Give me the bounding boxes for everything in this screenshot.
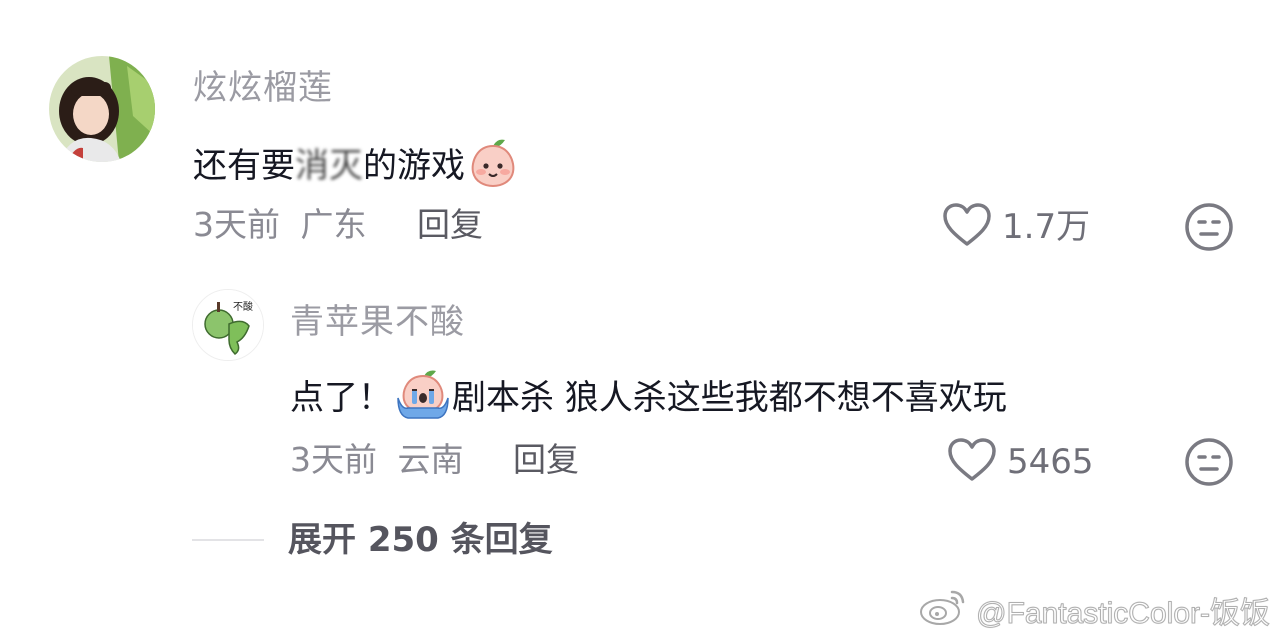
reply-button[interactable]: 回复 [417, 205, 483, 245]
comment-text-part: 剧本杀 狼人杀这些我都不想不喜欢玩 [452, 378, 1007, 418]
comment-content: 还有要消灭的游戏 [193, 136, 519, 199]
peach-smile-emoji-icon [467, 136, 519, 199]
comment-time: 3天前 [193, 205, 280, 244]
peach-crying-emoji-icon [394, 368, 452, 431]
comment-username[interactable]: 青苹果不酸 [290, 302, 465, 342]
like-button[interactable]: 1.7万 [942, 202, 1090, 252]
watermark: @FantasticColor-饭饭 [918, 586, 1270, 634]
comment-meta: 3天前 云南 [290, 440, 464, 480]
comment-meta: 3天前 广东 [193, 205, 367, 245]
comment-location: 云南 [397, 440, 464, 479]
comment-time: 3天前 [290, 440, 377, 479]
avatar-user-2[interactable]: 不酸 [192, 289, 264, 361]
comment-text-part: 还有要 [193, 146, 295, 186]
comment-blurred-text: 消灭 [295, 146, 363, 186]
comment-username[interactable]: 炫炫榴莲 [193, 68, 333, 108]
like-count: 1.7万 [1002, 207, 1091, 247]
like-button[interactable]: 5465 [947, 437, 1094, 487]
expand-divider [192, 539, 264, 541]
like-count: 5465 [1007, 442, 1094, 482]
avatar-text: 不酸 [233, 300, 253, 313]
heart-outline-icon [942, 202, 992, 252]
reply-button[interactable]: 回复 [513, 440, 579, 480]
comment-text-part: 的游戏 [363, 146, 465, 186]
watermark-text: @FantasticColor-饭饭 [976, 597, 1271, 631]
comment-content: 点了！ 剧本杀 狼人杀这些我都不想不喜欢玩 [290, 368, 1007, 431]
heart-outline-icon [947, 437, 997, 487]
avatar-user-1[interactable] [49, 56, 155, 162]
neutral-face-icon[interactable] [1184, 202, 1234, 252]
expand-replies-button[interactable]: 展开 250 条回复 [288, 520, 553, 560]
comment-text-part: 点了！ [290, 378, 392, 418]
comment-location: 广东 [300, 205, 367, 244]
weibo-logo-icon [918, 586, 976, 634]
neutral-face-icon[interactable] [1184, 437, 1234, 487]
